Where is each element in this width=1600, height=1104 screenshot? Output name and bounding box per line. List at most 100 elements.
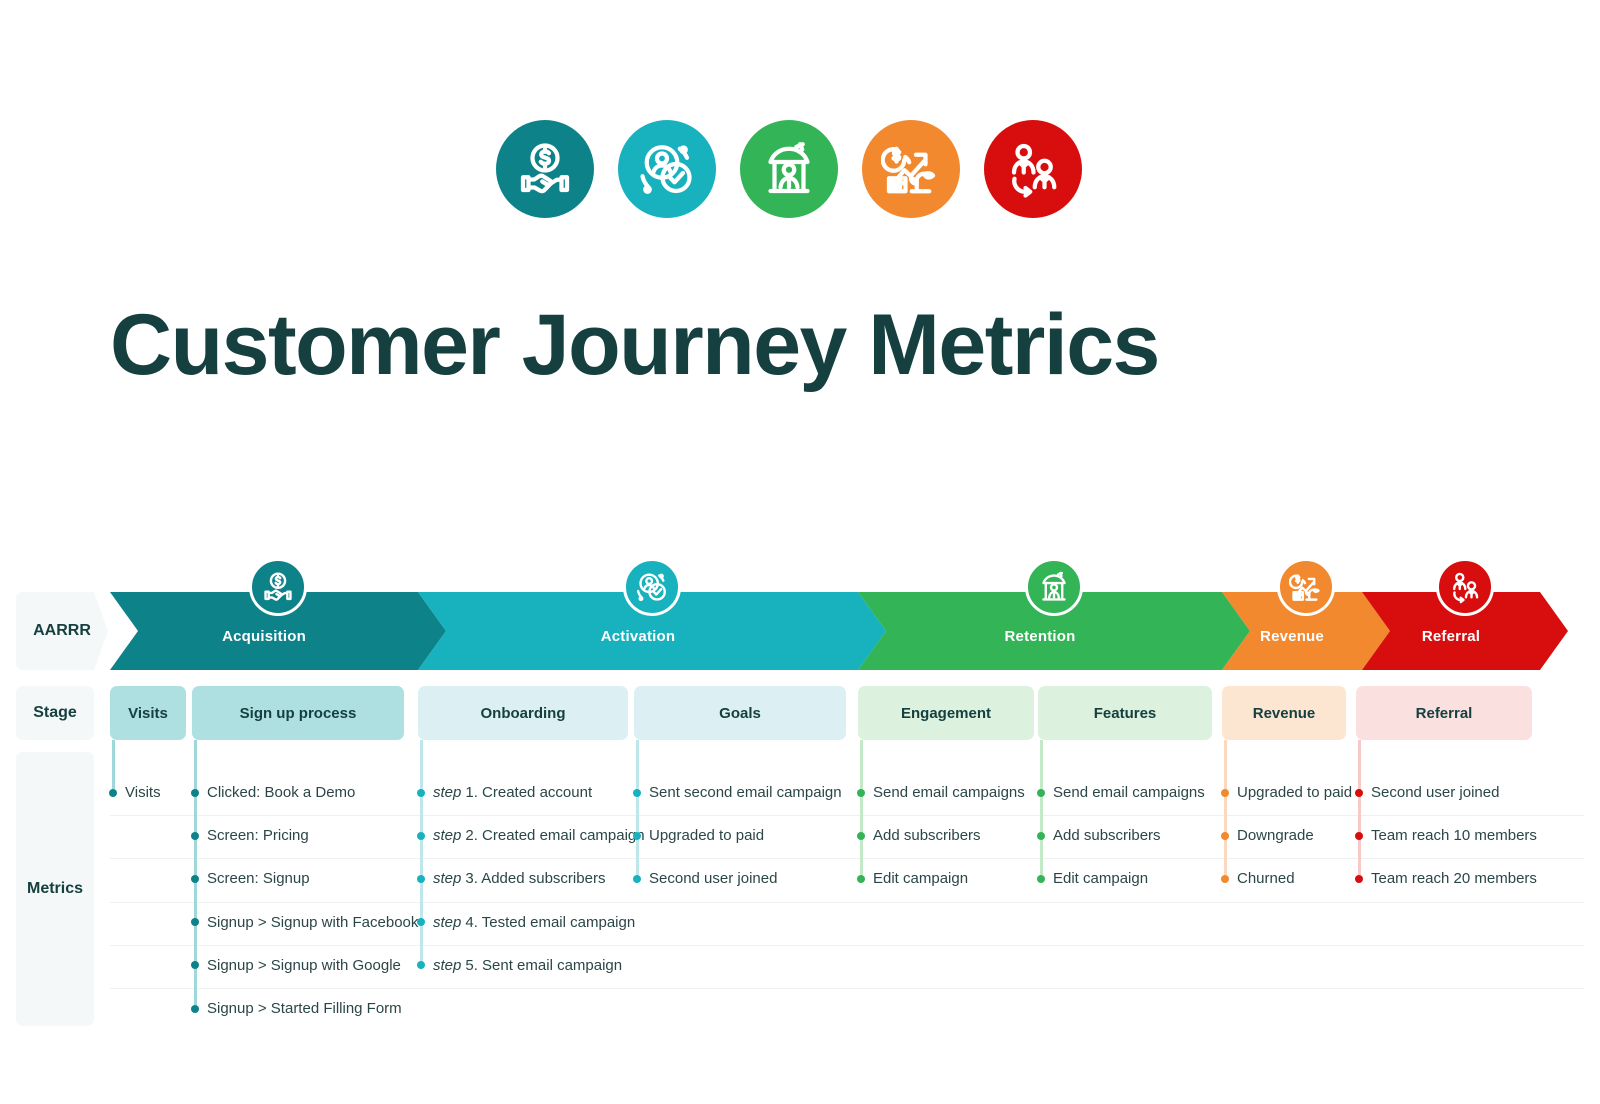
- umbrella-user-icon: [1042, 571, 1066, 601]
- aarrr-arrow-label: Activation: [600, 627, 676, 645]
- metric-item[interactable]: step 5. Sent email campaign: [417, 958, 622, 973]
- column-connector-line: [860, 740, 863, 876]
- metric-item[interactable]: Upgraded to paid: [1221, 785, 1352, 800]
- metric-item[interactable]: Downgrade: [1221, 828, 1314, 843]
- metric-bullet-dot: [191, 874, 199, 883]
- metric-item[interactable]: step 4. Tested email campaign: [417, 915, 635, 930]
- column-connector-line: [1040, 740, 1043, 876]
- metric-item[interactable]: Team reach 20 members: [1355, 871, 1537, 886]
- metric-label: Second user joined: [649, 870, 778, 888]
- metric-label: Clicked: Book a Demo: [207, 784, 356, 801]
- metric-item[interactable]: Upgraded to paid: [633, 828, 764, 843]
- page-title: Customer Journey Metrics: [110, 297, 1160, 393]
- stage-chip-onboarding[interactable]: Onboarding: [418, 686, 628, 740]
- metric-bullet-dot: [633, 788, 641, 797]
- metric-item[interactable]: Clicked: Book a Demo: [191, 785, 355, 800]
- row-separator: [110, 815, 1584, 817]
- metric-item[interactable]: Edit campaign: [1037, 871, 1148, 886]
- metric-label: Visits: [125, 784, 161, 801]
- metric-bullet-dot: [1355, 874, 1363, 883]
- row-separator: [110, 858, 1584, 860]
- stage-chip-sign-up-process[interactable]: Sign up process: [192, 686, 404, 740]
- metric-item[interactable]: Add subscribers: [857, 828, 981, 843]
- aarrr-arrow-label: Revenue: [1260, 627, 1324, 645]
- metric-bullet-dot: [1037, 874, 1045, 883]
- metric-bullet-dot: [1037, 831, 1045, 840]
- metric-bullet-dot: [1221, 788, 1229, 797]
- metric-step-prefix: step: [433, 956, 462, 974]
- metric-item[interactable]: step 1. Created account: [417, 785, 592, 800]
- metric-label: 4. Tested email campaign: [465, 913, 636, 931]
- metrics-grid: Visits Clicked: Book a Demo Screen: Pricin…: [0, 740, 1600, 1030]
- infographic-page: Customer Journey Metrics AARRR Stage Met…: [0, 0, 1600, 1104]
- stage-chip-revenue[interactable]: Revenue: [1222, 686, 1346, 740]
- metric-label: Team reach 10 members: [1371, 827, 1537, 845]
- stage-chip-engagement[interactable]: Engagement: [858, 686, 1034, 740]
- handshake-money-icon: [264, 572, 292, 601]
- top-icon-referral-users-icon: [984, 120, 1082, 218]
- metric-item[interactable]: Team reach 10 members: [1355, 828, 1537, 843]
- metric-label: Add subscribers: [1053, 827, 1161, 845]
- metric-label: Screen: Pricing: [207, 827, 309, 845]
- stage-chip-goals[interactable]: Goals: [634, 686, 846, 740]
- metric-bullet-dot: [417, 961, 425, 970]
- top-icon-user-check-icon: [618, 120, 716, 218]
- metric-label: Team reach 20 members: [1371, 870, 1537, 888]
- stage-chip-referral[interactable]: Referral: [1356, 686, 1532, 740]
- metric-item[interactable]: Edit campaign: [857, 871, 968, 886]
- stage-row: Visits Sign up process Onboarding Goals Enga…: [0, 686, 1600, 740]
- metric-bullet-dot: [1355, 788, 1363, 797]
- metric-item[interactable]: Second user joined: [633, 871, 777, 886]
- metric-item[interactable]: Send email campaigns: [857, 785, 1025, 800]
- metric-item[interactable]: Visits: [109, 785, 161, 800]
- aarrr-arrow-band: Acquisition Activation Retention Revenue…: [0, 558, 1600, 670]
- top-icon-row: [496, 120, 1082, 218]
- metric-item[interactable]: Signup > Signup with Google: [191, 958, 401, 973]
- column-connector-line: [636, 740, 639, 876]
- metric-bullet-dot: [417, 874, 425, 883]
- metric-label: Edit campaign: [1053, 870, 1149, 888]
- row-separator: [110, 944, 1584, 946]
- metric-label: Send email campaigns: [1053, 784, 1205, 801]
- metric-label: 5. Sent email campaign: [465, 956, 623, 974]
- metric-item[interactable]: Signup > Started Filling Form: [191, 1001, 402, 1016]
- metric-item[interactable]: Sent second email campaign: [633, 785, 842, 800]
- metric-item[interactable]: step 3. Added subscribers: [417, 871, 605, 886]
- metric-label: 2. Created email campaign: [465, 827, 645, 845]
- metric-bullet-dot: [1355, 831, 1363, 840]
- aarrr-badge-user-check-icon: [623, 558, 681, 616]
- column-connector-line: [112, 740, 115, 789]
- metric-bullet-dot: [857, 831, 865, 840]
- growth-chart-icon: [881, 146, 936, 194]
- aarrr-badge-referral-users-icon: [1436, 558, 1494, 616]
- metric-bullet-dot: [191, 961, 199, 970]
- referral-users-icon: [1453, 572, 1479, 604]
- metric-label: Add subscribers: [873, 827, 981, 845]
- metric-bullet-dot: [857, 788, 865, 797]
- aarrr-badge-handshake-money-icon: [249, 558, 307, 616]
- metric-item[interactable]: Churned: [1221, 871, 1295, 886]
- metric-label: 1. Created account: [465, 784, 593, 801]
- stage-chip-features[interactable]: Features: [1038, 686, 1212, 740]
- metric-item[interactable]: step 2. Created email campaign: [417, 828, 645, 843]
- metric-step-prefix: step: [433, 827, 462, 845]
- metric-label: Edit campaign: [873, 870, 969, 888]
- column-connector-line: [1224, 740, 1227, 876]
- growth-chart-icon: [1289, 574, 1320, 601]
- aarrr-arrow-label: Referral: [1421, 627, 1481, 645]
- metric-item[interactable]: Screen: Pricing: [191, 828, 309, 843]
- metric-bullet-dot: [417, 918, 425, 927]
- metric-label: Signup > Signup with Google: [207, 956, 401, 974]
- metric-item[interactable]: Send email campaigns: [1037, 785, 1205, 800]
- metric-label: Upgraded to paid: [1237, 784, 1353, 801]
- metric-item[interactable]: Add subscribers: [1037, 828, 1161, 843]
- metric-label: Send email campaigns: [873, 784, 1025, 801]
- metric-item[interactable]: Signup > Signup with Facebook: [191, 915, 418, 930]
- metric-bullet-dot: [633, 874, 641, 883]
- metric-item[interactable]: Screen: Signup: [191, 871, 310, 886]
- aarrr-badge-umbrella-user-icon: [1025, 558, 1083, 616]
- metric-bullet-dot: [191, 1004, 199, 1013]
- stage-chip-visits[interactable]: Visits: [110, 686, 186, 740]
- user-check-icon: [636, 573, 666, 602]
- metric-item[interactable]: Second user joined: [1355, 785, 1499, 800]
